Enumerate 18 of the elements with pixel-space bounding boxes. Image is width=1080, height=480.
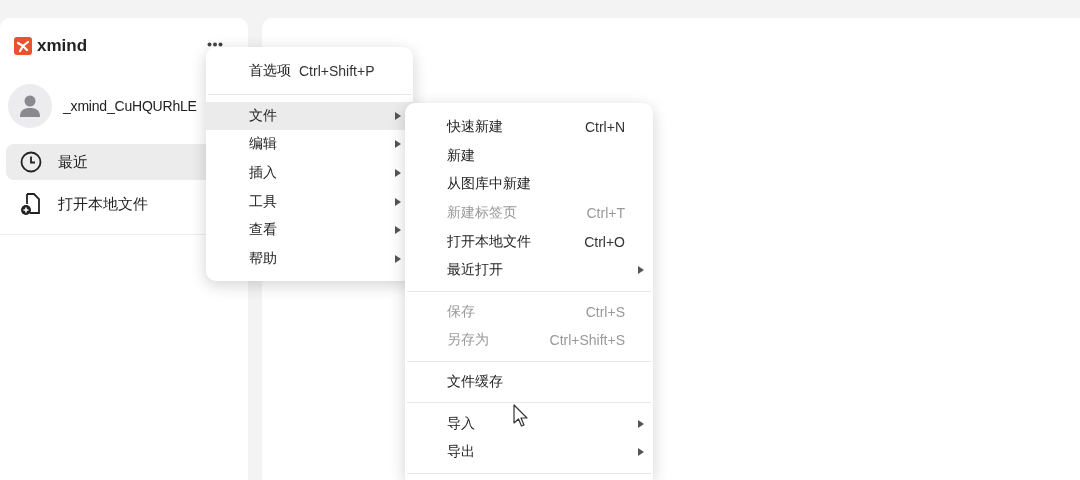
user-name: _xmind_CuHQURhLE (63, 98, 197, 114)
menu-item[interactable]: 导出 (405, 437, 653, 467)
menu-item[interactable]: 导入 (405, 409, 653, 438)
menu-item[interactable]: 文件缓存 (405, 367, 653, 397)
app-logo: xmind (37, 36, 88, 56)
menu-item[interactable]: 首选项 Ctrl+Shift+P (206, 57, 413, 86)
pointer-icon (513, 404, 529, 428)
menu-item[interactable]: 打开本地文件 Ctrl+O (405, 227, 653, 256)
menu-item[interactable]: 新建 (405, 141, 653, 171)
sidebar-item[interactable]: 打开本地文件 (6, 186, 242, 222)
more-icon[interactable] (207, 42, 223, 47)
logo-icon (14, 37, 32, 55)
menu-item[interactable]: 文件 (206, 101, 413, 131)
menu-item[interactable]: 最近打开 (405, 255, 653, 285)
file-add-icon (20, 192, 42, 216)
menu-item[interactable]: 从图库中新建 (405, 170, 653, 199)
avatar (8, 84, 52, 128)
clock-icon (20, 151, 42, 173)
